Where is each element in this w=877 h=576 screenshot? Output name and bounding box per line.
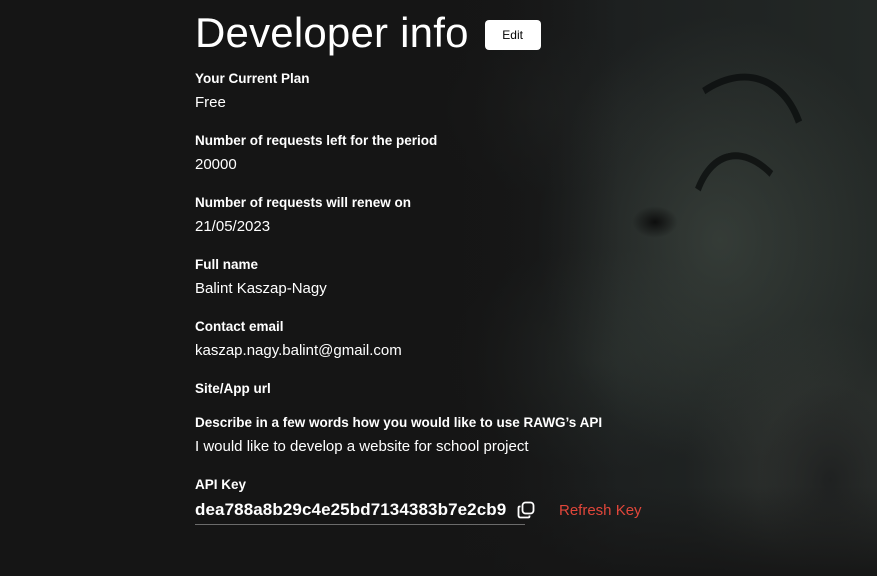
developer-info-page: Developer info Edit Your Current Plan Fr… — [0, 0, 877, 576]
field-label: Describe in a few words how you would li… — [195, 415, 603, 430]
field-label: Your Current Plan — [195, 71, 310, 86]
field-value: 20000 — [195, 156, 237, 173]
edit-button[interactable]: Edit — [484, 20, 541, 50]
developer-info-panel: Developer info Edit Your Current Plan Fr… — [195, 8, 715, 543]
field-requests-left: Number of requests left for the period 2… — [195, 132, 715, 176]
field-label: Number of requests left for the period — [195, 133, 438, 148]
field-value: Balint Kaszap-Nagy — [195, 280, 327, 297]
field-current-plan: Your Current Plan Free — [195, 70, 715, 114]
refresh-key-link[interactable]: Refresh Key — [559, 502, 642, 519]
copy-icon[interactable] — [516, 500, 536, 520]
field-contact-email: Contact email kaszap.nagy.balint@gmail.c… — [195, 318, 715, 362]
api-key-box: dea788a8b29c4e25bd7134383b7e2cb9 — [195, 500, 535, 525]
field-value: kaszap.nagy.balint@gmail.com — [195, 342, 402, 359]
api-key-row: dea788a8b29c4e25bd7134383b7e2cb9 Refresh… — [195, 500, 715, 525]
field-site-url: Site/App url — [195, 380, 715, 398]
field-full-name: Full name Balint Kaszap-Nagy — [195, 256, 715, 300]
field-label: Contact email — [195, 319, 284, 334]
title-row: Developer info Edit — [195, 8, 715, 58]
field-value: Free — [195, 94, 226, 111]
field-label: Number of requests will renew on — [195, 195, 412, 210]
field-api-usage: Describe in a few words how you would li… — [195, 414, 715, 458]
field-label: API Key — [195, 477, 247, 492]
field-label: Full name — [195, 257, 259, 272]
field-api-key: API Key dea788a8b29c4e25bd7134383b7e2cb9… — [195, 476, 715, 525]
field-label: Site/App url — [195, 381, 271, 396]
field-value: I would like to develop a website for sc… — [195, 438, 529, 455]
field-renew-date: Number of requests will renew on 21/05/2… — [195, 194, 715, 238]
api-key-value[interactable]: dea788a8b29c4e25bd7134383b7e2cb9 — [195, 500, 506, 520]
page-title: Developer info — [195, 9, 469, 56]
field-value: 21/05/2023 — [195, 218, 271, 235]
